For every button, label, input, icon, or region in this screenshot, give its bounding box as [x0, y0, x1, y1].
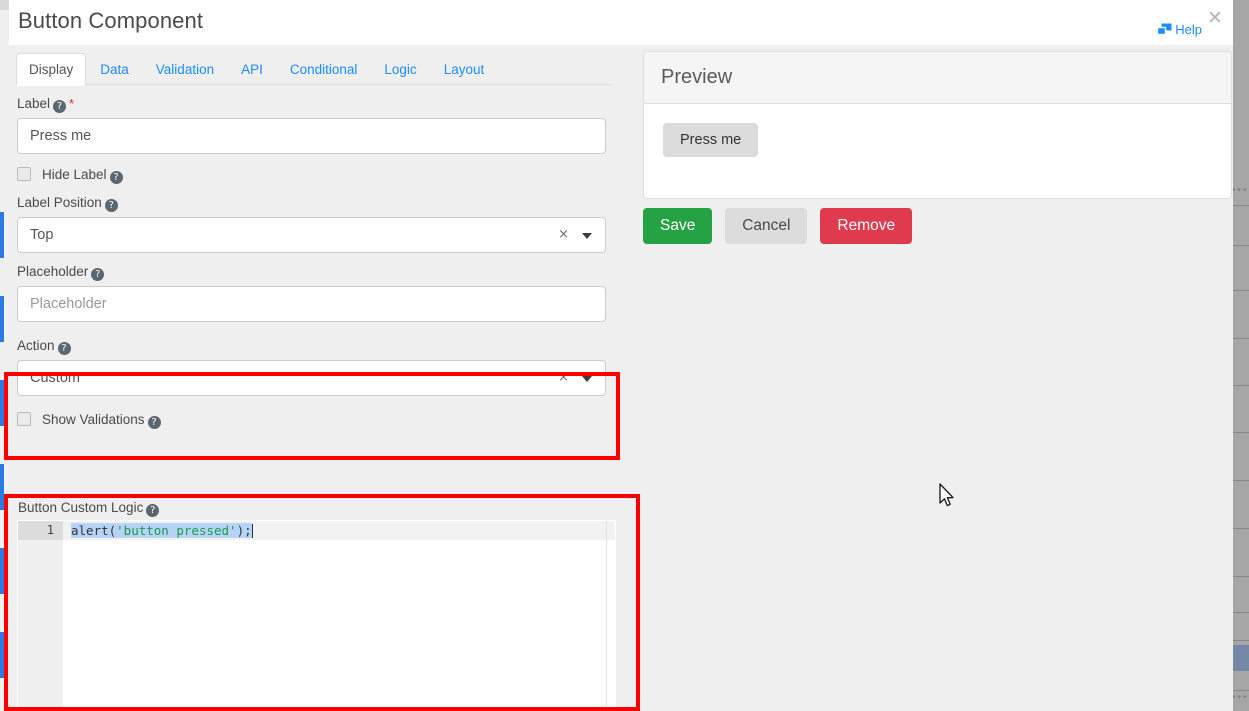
sliver-accent [0, 548, 4, 594]
custom-logic-label: Button Custom Logic? [18, 500, 159, 517]
required-marker: * [69, 96, 74, 111]
chevron-down-icon[interactable] [582, 233, 592, 239]
help-icon[interactable]: ? [58, 342, 71, 355]
sliver-accent [0, 632, 4, 678]
external-window-icon [1157, 23, 1172, 39]
tab-conditional[interactable]: Conditional [277, 53, 371, 85]
action-select[interactable]: Custom × [17, 360, 606, 396]
show-validations-row: Show Validations? [17, 412, 635, 429]
hide-label-row: Hide Label? [17, 167, 635, 184]
help-link[interactable]: Help [1157, 22, 1202, 39]
sliver-accent [0, 464, 4, 510]
code-token-string: 'button pressed' [116, 523, 236, 538]
field-custom-logic: Button Custom Logic? 1 alert('button pre… [9, 500, 635, 711]
backdrop-blue-block [1233, 645, 1249, 671]
help-icon[interactable]: ? [91, 268, 104, 281]
backdrop-dots: ••• [1232, 186, 1249, 196]
placeholder-field-label: Placeholder? [17, 264, 606, 281]
code-gutter: 1 [18, 521, 63, 710]
clear-icon[interactable]: × [558, 361, 569, 395]
button-component-modal: Button Component Help ✕ Display Data Val… [9, 0, 1233, 711]
action-value: Custom [30, 361, 80, 395]
hide-label-text: Hide Label [42, 167, 107, 182]
preview-panel: Preview Press me [643, 51, 1232, 199]
sliver-accent [0, 380, 4, 426]
clear-icon[interactable]: × [558, 218, 569, 252]
label-input[interactable] [17, 118, 606, 154]
cancel-button[interactable]: Cancel [725, 208, 807, 244]
code-line-1[interactable]: alert('button pressed'); [71, 521, 253, 540]
label-position-select[interactable]: Top × [17, 217, 606, 253]
settings-column: Display Data Validation API Conditional … [9, 45, 635, 711]
help-label: Help [1175, 22, 1202, 37]
code-token-punctuation: ); [237, 523, 252, 538]
show-validations-checkbox[interactable] [17, 412, 31, 426]
save-button[interactable]: Save [643, 208, 712, 244]
modal-body: Display Data Validation API Conditional … [9, 45, 1233, 711]
sliver-accent [0, 296, 4, 342]
help-icon[interactable]: ? [148, 416, 161, 429]
preview-press-me-button[interactable]: Press me [663, 123, 758, 157]
text-caret [252, 524, 253, 538]
settings-tabs: Display Data Validation API Conditional … [16, 52, 612, 85]
hide-label-checkbox[interactable] [17, 167, 31, 181]
help-icon[interactable]: ? [53, 100, 66, 113]
preview-body: Press me [644, 104, 1231, 198]
help-icon[interactable]: ? [110, 171, 123, 184]
field-placeholder: Placeholder? [17, 264, 606, 322]
field-label: Label?* [17, 96, 606, 154]
help-icon[interactable]: ? [105, 199, 118, 212]
tab-layout[interactable]: Layout [431, 53, 498, 85]
tab-api[interactable]: API [228, 53, 276, 85]
help-icon[interactable]: ? [146, 504, 159, 517]
label-field-label: Label?* [17, 96, 606, 113]
code-editor[interactable]: 1 alert('button pressed'); [17, 520, 616, 711]
active-line-gutter-highlight [18, 521, 63, 540]
show-validations-text: Show Validations [42, 412, 145, 427]
code-area[interactable]: alert('button pressed'); [63, 521, 615, 710]
field-label-position: Label Position? Top × [17, 195, 606, 253]
code-print-margin [606, 521, 607, 710]
page-left-sliver [0, 0, 9, 711]
close-icon[interactable]: ✕ [1205, 8, 1225, 28]
preview-title: Preview [644, 52, 1231, 103]
placeholder-input[interactable] [17, 286, 606, 322]
backdrop-dots: ••• [1232, 693, 1249, 703]
modal-title: Button Component [18, 8, 203, 34]
preview-column: Preview Press me Save Cancel Remove [635, 45, 1233, 711]
code-token-function: alert( [71, 523, 116, 538]
chevron-down-icon[interactable] [582, 376, 592, 382]
label-position-label: Label Position? [17, 195, 606, 212]
tab-validation[interactable]: Validation [143, 53, 227, 85]
label-position-value: Top [30, 218, 53, 252]
remove-button[interactable]: Remove [820, 208, 912, 244]
sliver-band [0, 0, 9, 10]
tab-logic[interactable]: Logic [371, 53, 429, 85]
preview-header: Preview [644, 52, 1231, 104]
sliver-accent [0, 212, 4, 258]
tab-data[interactable]: Data [87, 53, 142, 85]
modal-header: Button Component Help ✕ [9, 0, 1233, 45]
modal-action-bar: Save Cancel Remove [643, 208, 1232, 244]
line-number: 1 [47, 521, 54, 540]
action-field-label: Action? [17, 338, 606, 355]
tab-display[interactable]: Display [16, 53, 86, 86]
field-action: Action? Custom × [17, 338, 606, 396]
